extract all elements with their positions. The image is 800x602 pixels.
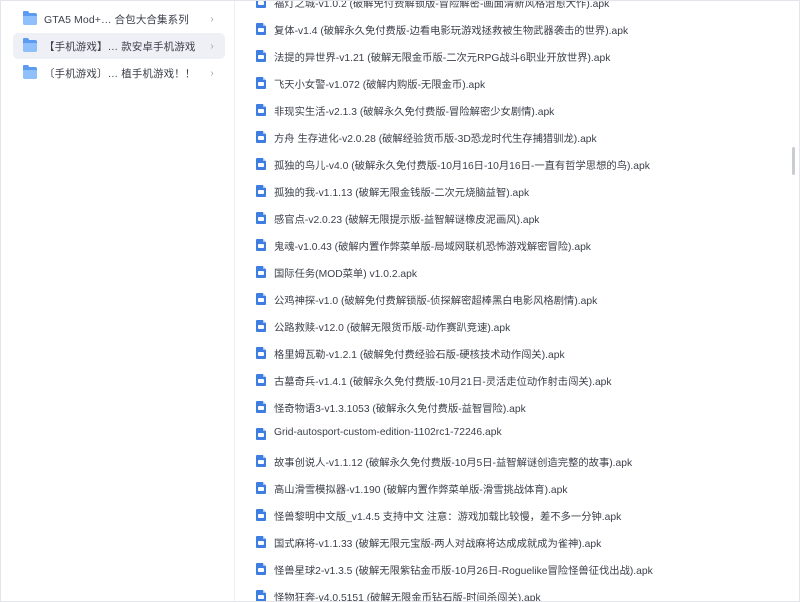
file-list: 福灯之城-v1.0.2 (破解免付费解锁版-冒险解密-画面清新风格治愈大作).a… xyxy=(235,1,799,601)
file-name: 国式麻将-v1.1.33 (破解无限元宝版-两人对战麻将达成成就成为雀神).ap… xyxy=(274,539,602,550)
apk-file-icon xyxy=(256,536,266,548)
folder-label: GTA5 Mod+… 合包大合集系列 xyxy=(44,13,189,26)
file-name: 故事创说人-v1.1.12 (破解永久免付费版-10月5日-益智解谜创造完整的故… xyxy=(274,458,633,469)
apk-file-icon xyxy=(256,509,266,521)
apk-file-icon xyxy=(256,482,266,494)
apk-file-icon xyxy=(256,455,266,467)
apk-file-icon xyxy=(256,1,266,8)
apk-file-icon xyxy=(256,212,266,224)
file-row[interactable]: Grid-autosport-custom-edition-1102rc1-72… xyxy=(244,420,784,447)
file-row[interactable]: 怪兽星球2-v1.3.5 (破解无限紫钻金币版-10月26日-Roguelike… xyxy=(244,555,784,582)
folder-item-ported-mobile-games[interactable]: 〔手机游戏〕… 植手机游戏！！ › xyxy=(13,60,225,86)
file-row[interactable]: 非现实生活-v2.1.3 (破解永久免付费版-冒险解密少女剧情).apk xyxy=(244,96,784,123)
file-name: 复体-v1.4 (破解永久免付费版-边看电影玩游戏拯救被生物武器袭击的世界).a… xyxy=(274,26,629,37)
chevron-right-icon[interactable]: › xyxy=(205,41,219,52)
folder-item-gta5-mod[interactable]: GTA5 Mod+… 合包大合集系列 › xyxy=(13,6,225,32)
file-row[interactable]: 感官点-v2.0.23 (破解无限提示版-益智解谜橡皮泥画风).apk xyxy=(244,204,784,231)
file-row[interactable]: 怪物狂奔-v4.0.5151 (破解无限金币钻石版-时间杀闯关).apk xyxy=(244,582,784,601)
scrollbar-thumb[interactable] xyxy=(792,147,795,175)
folder-label: 〔手机游戏〕… 植手机游戏！！ xyxy=(44,67,196,80)
file-row[interactable]: 福灯之城-v1.0.2 (破解免付费解锁版-冒险解密-画面清新风格治愈大作).a… xyxy=(244,1,784,15)
file-row[interactable]: 方舟 生存进化-v2.0.28 (破解经验货币版-3D恐龙时代生存捕猎驯龙).a… xyxy=(244,123,784,150)
apk-file-icon xyxy=(256,374,266,386)
file-row[interactable]: 孤独的鸟儿-v4.0 (破解永久免付费版-10月16日-10月16日-一直有哲学… xyxy=(244,150,784,177)
apk-file-icon xyxy=(256,563,266,575)
chevron-right-icon[interactable]: › xyxy=(205,14,219,25)
folder-icon xyxy=(23,11,37,25)
file-name: 公鸡神探-v1.0 (破解免付费解锁版-侦探解密超棒黑白电影风格剧情).apk xyxy=(274,296,598,307)
file-name: 国际任务(MOD菜单) v1.0.2.apk xyxy=(274,269,418,280)
apk-file-icon xyxy=(256,239,266,251)
file-name: 孤独的鸟儿-v4.0 (破解永久免付费版-10月16日-10月16日-一直有哲学… xyxy=(274,161,650,172)
apk-file-icon xyxy=(256,50,266,62)
folder-label: 【手机游戏】… 款安卓手机游戏 xyxy=(44,40,196,53)
apk-file-icon xyxy=(256,293,266,305)
apk-file-icon xyxy=(256,590,266,601)
folder-icon xyxy=(23,65,37,79)
apk-file-icon xyxy=(256,347,266,359)
file-row[interactable]: 国式麻将-v1.1.33 (破解无限元宝版-两人对战麻将达成成就成为雀神).ap… xyxy=(244,528,784,555)
apk-file-icon xyxy=(256,401,266,413)
file-name: Grid-autosport-custom-edition-1102rc1-72… xyxy=(274,427,502,438)
file-name: 怪兽黎明中文版_v1.4.5 支持中文 注意：游戏加载比较慢，差不多一分钟.ap… xyxy=(274,512,622,523)
file-row[interactable]: 公鸡神探-v1.0 (破解免付费解锁版-侦探解密超棒黑白电影风格剧情).apk xyxy=(244,285,784,312)
file-name: 方舟 生存进化-v2.0.28 (破解经验货币版-3D恐龙时代生存捕猎驯龙).a… xyxy=(274,134,597,145)
file-row[interactable]: 古墓奇兵-v1.4.1 (破解永久免付费版-10月21日-灵活走位动作射击闯关)… xyxy=(244,366,784,393)
file-name: 高山滑雪模拟器-v1.190 (破解内置作弊菜单版-滑雪挑战体育).apk xyxy=(274,485,568,496)
file-name: 飞天小女警-v1.072 (破解内购版-无限金币).apk xyxy=(274,80,486,91)
file-row[interactable]: 故事创说人-v1.1.12 (破解永久免付费版-10月5日-益智解谜创造完整的故… xyxy=(244,447,784,474)
chevron-right-icon[interactable]: › xyxy=(205,68,219,79)
file-row[interactable]: 鬼魂-v1.0.43 (破解内置作弊菜单版-局域网联机恐怖游戏解密冒险).apk xyxy=(244,231,784,258)
folder-item-android-games[interactable]: 【手机游戏】… 款安卓手机游戏 › xyxy=(13,33,225,59)
apk-file-icon xyxy=(256,158,266,170)
file-name: 怪物狂奔-v4.0.5151 (破解无限金币钻石版-时间杀闯关).apk xyxy=(274,593,541,601)
file-name: 非现实生活-v2.1.3 (破解永久免付费版-冒险解密少女剧情).apk xyxy=(274,107,555,118)
file-row[interactable]: 飞天小女警-v1.072 (破解内购版-无限金币).apk xyxy=(244,69,784,96)
apk-file-icon xyxy=(256,23,266,35)
apk-file-icon xyxy=(256,104,266,116)
apk-file-icon xyxy=(256,266,266,278)
file-name: 公路救赎-v12.0 (破解无限货币版-动作赛趴竞速).apk xyxy=(274,323,511,334)
apk-file-icon xyxy=(256,185,266,197)
apk-file-icon xyxy=(256,320,266,332)
file-browser-window: GTA5 Mod+… 合包大合集系列 › 【手机游戏】… 款安卓手机游戏 › 〔… xyxy=(0,0,800,602)
file-row[interactable]: 国际任务(MOD菜单) v1.0.2.apk xyxy=(244,258,784,285)
file-name: 格里姆瓦勒-v1.2.1 (破解免付费经验石版-硬核技术动作闯关).apk xyxy=(274,350,565,361)
apk-file-icon xyxy=(256,131,266,143)
apk-file-icon xyxy=(256,428,266,440)
file-row[interactable]: 公路救赎-v12.0 (破解无限货币版-动作赛趴竞速).apk xyxy=(244,312,784,339)
file-row[interactable]: 孤独的我-v1.1.13 (破解无限金钱版-二次元烧脑益智).apk xyxy=(244,177,784,204)
file-name: 孤独的我-v1.1.13 (破解无限金钱版-二次元烧脑益智).apk xyxy=(274,188,530,199)
file-row[interactable]: 法提的异世界-v1.21 (破解无限金币版-二次元RPG战斗6职业开放世界).a… xyxy=(244,42,784,69)
apk-file-icon xyxy=(256,77,266,89)
file-name: 法提的异世界-v1.21 (破解无限金币版-二次元RPG战斗6职业开放世界).a… xyxy=(274,53,611,64)
folder-sidebar: GTA5 Mod+… 合包大合集系列 › 【手机游戏】… 款安卓手机游戏 › 〔… xyxy=(1,1,235,601)
file-name: 福灯之城-v1.0.2 (破解免付费解锁版-冒险解密-画面清新风格治愈大作).a… xyxy=(274,1,610,10)
file-row[interactable]: 高山滑雪模拟器-v1.190 (破解内置作弊菜单版-滑雪挑战体育).apk xyxy=(244,474,784,501)
file-row[interactable]: 复体-v1.4 (破解永久免付费版-边看电影玩游戏拯救被生物武器袭击的世界).a… xyxy=(244,15,784,42)
file-row[interactable]: 格里姆瓦勒-v1.2.1 (破解免付费经验石版-硬核技术动作闯关).apk xyxy=(244,339,784,366)
file-name: 鬼魂-v1.0.43 (破解内置作弊菜单版-局域网联机恐怖游戏解密冒险).apk xyxy=(274,242,591,253)
file-name: 古墓奇兵-v1.4.1 (破解永久免付费版-10月21日-灵活走位动作射击闯关)… xyxy=(274,377,612,388)
file-row[interactable]: 怪奇物语3-v1.3.1053 (破解永久免付费版-益智冒险).apk xyxy=(244,393,784,420)
file-row[interactable]: 怪兽黎明中文版_v1.4.5 支持中文 注意：游戏加载比较慢，差不多一分钟.ap… xyxy=(244,501,784,528)
file-name: 怪兽星球2-v1.3.5 (破解无限紫钻金币版-10月26日-Roguelike… xyxy=(274,566,653,577)
file-name: 怪奇物语3-v1.3.1053 (破解永久免付费版-益智冒险).apk xyxy=(274,404,526,415)
folder-icon xyxy=(23,38,37,52)
file-name: 感官点-v2.0.23 (破解无限提示版-益智解谜橡皮泥画风).apk xyxy=(274,215,540,226)
